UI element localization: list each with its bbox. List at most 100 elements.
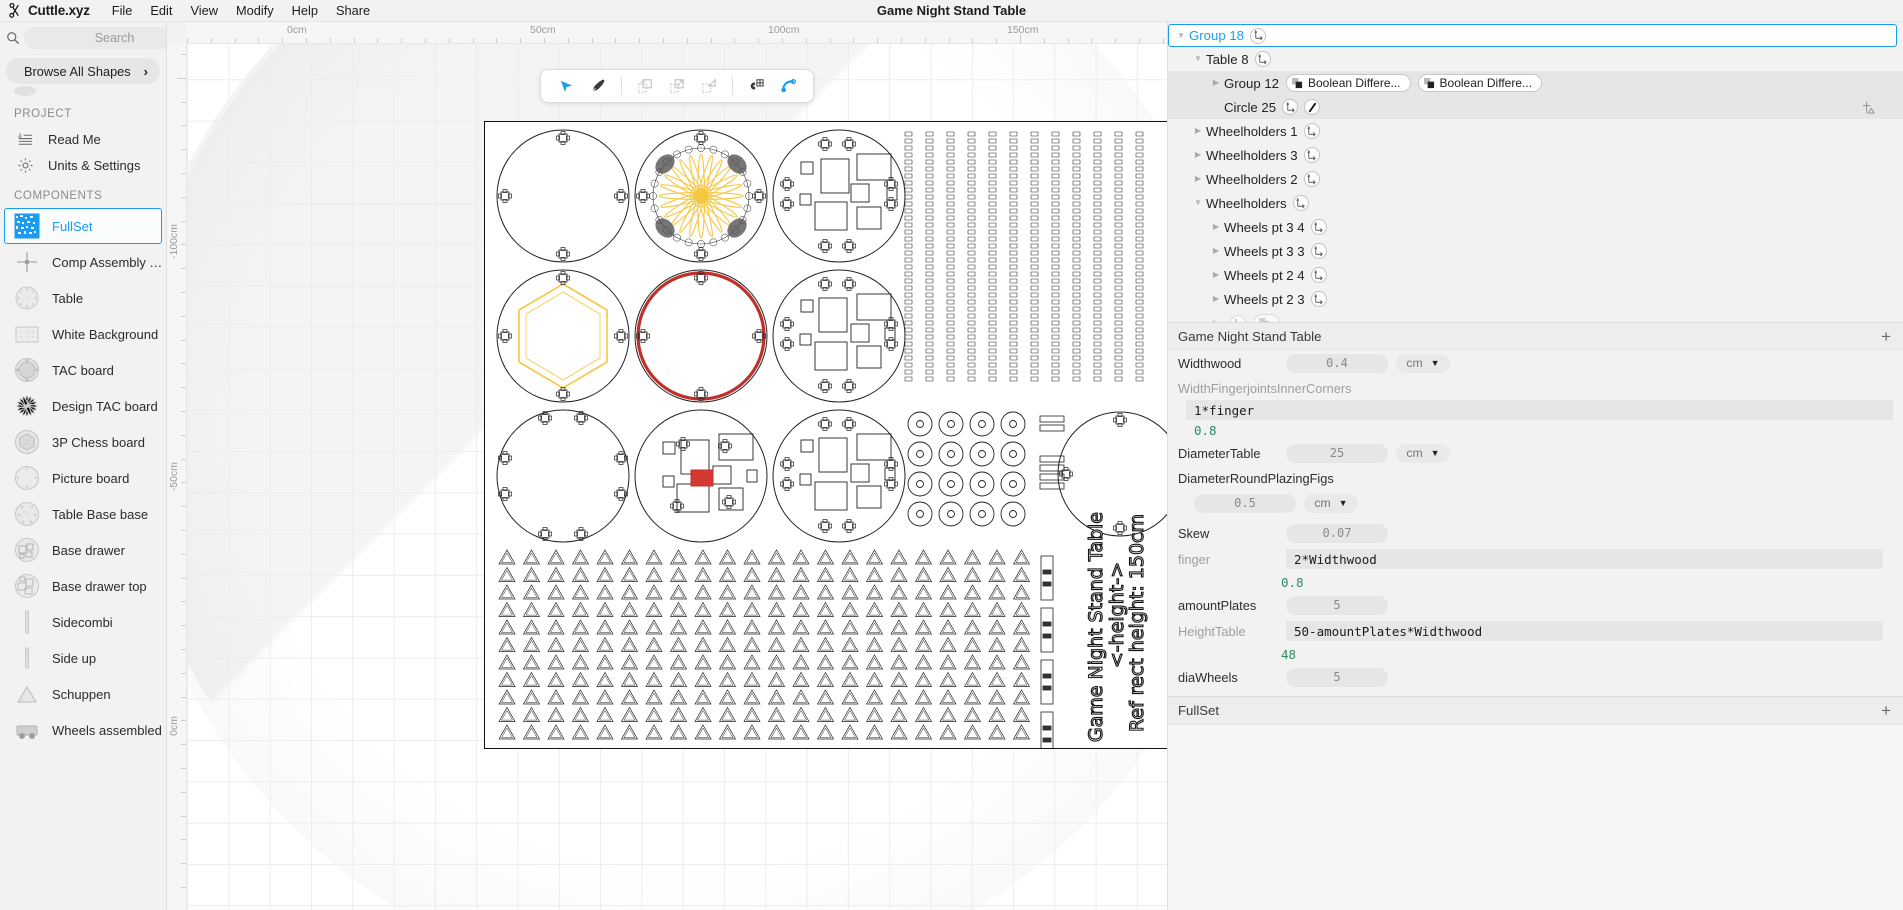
add-parameter-button[interactable]: + <box>1881 328 1891 345</box>
tree-node-wheelholders[interactable]: ▼ Wheelholders <box>1168 191 1903 215</box>
menu-file[interactable]: File <box>112 3 133 18</box>
align-icon[interactable] <box>1862 101 1875 114</box>
select-tool-button[interactable] <box>551 72 581 100</box>
disclosure-triangle-closed-icon[interactable]: ▶ <box>1208 223 1224 231</box>
tree-node-wheels-pt-3-3[interactable]: ▶ Wheels pt 3 3 <box>1168 239 1903 263</box>
component-item-table-base-base[interactable]: Table Base base <box>0 496 166 532</box>
transform-icon[interactable] <box>1310 291 1327 307</box>
component-item-base-drawer-top[interactable]: Base drawer top <box>0 568 166 604</box>
disclosure-triangle-closed-icon[interactable]: ▶ <box>1208 319 1224 323</box>
disclosure-triangle-closed-icon[interactable]: ▶ <box>1190 127 1206 135</box>
add-fullset-parameter-button[interactable]: + <box>1881 702 1891 719</box>
param-expression-input[interactable]: 1*finger <box>1186 400 1893 420</box>
param-expression-input[interactable]: 50-amountPlates*Widthwood <box>1286 621 1883 641</box>
transform-icon[interactable] <box>1303 147 1320 163</box>
disclosure-triangle-open-icon[interactable]: ▼ <box>1190 55 1206 63</box>
menu-modify[interactable]: Modify <box>236 3 274 18</box>
transform-icon[interactable] <box>1292 195 1309 211</box>
curve-icon[interactable] <box>1304 99 1321 115</box>
tree-node-wheels-pt-3-4[interactable]: ▶ Wheels pt 3 4 <box>1168 215 1903 239</box>
canvas-viewport[interactable]: Game Night Stand Table <-height-> Ref re… <box>187 44 1167 910</box>
param-expression-input[interactable]: 2*Widthwood <box>1286 549 1883 569</box>
disclosure-triangle-closed-icon[interactable]: ▶ <box>1190 151 1206 159</box>
component-item-base-drawer[interactable]: Base drawer <box>0 532 166 568</box>
mirror-tool-button[interactable] <box>694 72 724 100</box>
partial-badge[interactable] <box>1253 314 1280 322</box>
project-section-header: PROJECT <box>14 108 72 120</box>
tree-node-group-18[interactable]: ▼ Group 18 <box>1168 24 1897 47</box>
boolean-difference-badge-2[interactable]: Boolean Differe... <box>1417 74 1543 92</box>
boolean-difference-badge-1[interactable]: Boolean Differe... <box>1286 74 1411 92</box>
transform-icon[interactable] <box>1310 267 1327 283</box>
brand[interactable]: Cuttle.xyz <box>0 3 90 18</box>
horizontal-ruler[interactable]: 0cm 50cm 100cm 150cm <box>167 22 1167 44</box>
disclosure-triangle-closed-icon[interactable]: ▶ <box>1208 295 1224 303</box>
component-item-white-background[interactable]: White Background <box>0 316 166 352</box>
path-tool-button[interactable] <box>773 72 803 100</box>
param-unit-select[interactable]: cm ▼ <box>1396 443 1450 463</box>
transform-icon[interactable] <box>1310 219 1327 235</box>
boolean-difference-icon <box>1423 77 1435 89</box>
disclosure-triangle-closed-icon[interactable]: ▶ <box>1208 271 1224 279</box>
disclosure-triangle-closed-icon[interactable]: ▶ <box>1208 247 1224 255</box>
sidebar-item-read-me[interactable]: A Read Me <box>0 126 166 152</box>
transform-icon[interactable] <box>1254 51 1271 67</box>
component-item-schuppen[interactable]: Schuppen <box>0 676 166 712</box>
param-value-input[interactable]: 0.07 <box>1286 523 1388 543</box>
transform-icon[interactable] <box>1250 27 1266 44</box>
component-item-table[interactable]: Table <box>0 280 166 316</box>
tree-node-wheelholders-1[interactable]: ▶ Wheelholders 1 <box>1168 119 1903 143</box>
menu-share[interactable]: Share <box>336 3 370 18</box>
component-item-fullset[interactable]: FullSet <box>4 208 162 244</box>
magnet-grid-tool-button[interactable] <box>741 72 771 100</box>
disclosure-triangle-closed-icon[interactable]: ▶ <box>1208 79 1224 87</box>
tree-node-wheels-pt-2-4[interactable]: ▶ Wheels pt 2 4 <box>1168 263 1903 287</box>
sidebar-item-units-settings[interactable]: Units & Settings <box>0 152 166 178</box>
component-item-sidecombi[interactable]: Sidecombi <box>0 604 166 640</box>
param-unit-select[interactable]: cm ▼ <box>1396 353 1450 373</box>
search-input[interactable] <box>24 27 166 49</box>
component-item-picture-board[interactable]: Picture board <box>0 460 166 496</box>
vertical-ruler[interactable]: -100cm -50cm 0cm <box>167 44 187 910</box>
component-item-wheels-assembled[interactable]: Wheels assembled <box>0 712 166 748</box>
object-tree[interactable]: ▼ Group 18 ▼ Table 8 ▶ Group 12 Boolean … <box>1168 22 1903 322</box>
tree-node-table-8[interactable]: ▼ Table 8 <box>1168 47 1903 71</box>
disclosure-triangle-open-icon[interactable]: ▼ <box>1173 31 1189 40</box>
menu-edit[interactable]: Edit <box>150 3 172 18</box>
browse-all-shapes-button[interactable]: Browse All Shapes › <box>6 58 160 84</box>
menu-help[interactable]: Help <box>292 3 318 18</box>
artboard[interactable]: Game Night Stand Table <-height-> Ref re… <box>484 121 1167 749</box>
tree-node-wheelholders-3[interactable]: ▶ Wheelholders 3 <box>1168 143 1903 167</box>
transform-icon[interactable] <box>1310 243 1327 259</box>
param-value-input[interactable]: 0.5 <box>1194 493 1296 513</box>
tree-node-partial[interactable]: ▶ <box>1168 311 1903 322</box>
transform-icon[interactable] <box>1303 123 1320 139</box>
param-value-input[interactable]: 0.4 <box>1286 353 1388 373</box>
tree-node-group-12[interactable]: ▶ Group 12 Boolean Differe... Boolean Di… <box>1168 71 1903 95</box>
canvas-area[interactable]: 0cm 50cm 100cm 150cm -100cm -50cm 0cm Ga… <box>167 22 1167 910</box>
tree-node-circle-25[interactable]: ▶ Circle 25 <box>1168 95 1903 119</box>
component-item-comp-assembly[interactable]: Comp Assembly T... <box>0 244 166 280</box>
param-value-input[interactable]: 5 <box>1286 595 1388 615</box>
disclosure-triangle-open-icon[interactable]: ▼ <box>1190 199 1206 207</box>
component-item-3p-chess-board[interactable]: 3P Chess board <box>0 424 166 460</box>
transform-icon[interactable] <box>1303 171 1320 187</box>
svg-text:A: A <box>17 132 21 138</box>
component-item-tac-board[interactable]: TAC board <box>0 352 166 388</box>
tree-node-wheels-pt-2-3[interactable]: ▶ Wheels pt 2 3 <box>1168 287 1903 311</box>
transform-icon[interactable] <box>1230 315 1246 322</box>
duplicate-tool-button[interactable] <box>630 72 660 100</box>
disclosure-triangle-closed-icon[interactable]: ▶ <box>1190 175 1206 183</box>
piece-table-base-dup <box>772 409 906 543</box>
piece-fingerjoint-strips-top <box>904 131 1144 382</box>
param-unit-select[interactable]: cm ▼ <box>1304 493 1358 513</box>
component-item-side-up[interactable]: Side up <box>0 640 166 676</box>
tree-node-wheelholders-2[interactable]: ▶ Wheelholders 2 <box>1168 167 1903 191</box>
param-value-input[interactable]: 25 <box>1286 443 1388 463</box>
pen-tool-button[interactable] <box>583 72 613 100</box>
scale-tool-button[interactable] <box>662 72 692 100</box>
param-value-input[interactable]: 5 <box>1286 667 1388 687</box>
menu-view[interactable]: View <box>190 3 218 18</box>
component-item-design-tac-board[interactable]: Design TAC board <box>0 388 166 424</box>
transform-icon[interactable] <box>1282 99 1299 115</box>
